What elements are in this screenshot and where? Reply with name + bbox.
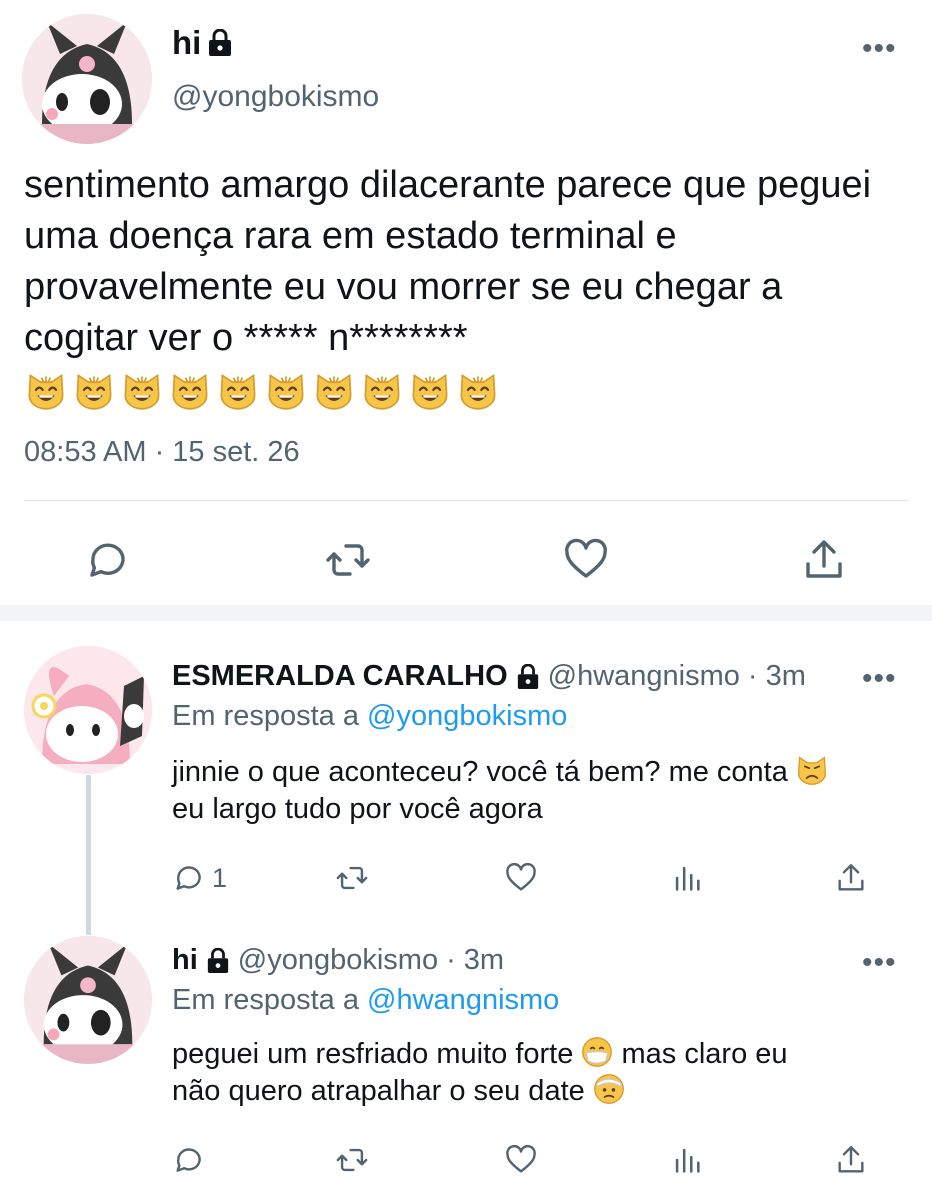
avatar[interactable] — [24, 936, 152, 1064]
kuromi-avatar-icon — [24, 936, 152, 1064]
share-icon — [838, 1146, 864, 1173]
retweet-icon — [336, 1148, 368, 1172]
grinning-cat-emoji — [364, 373, 400, 410]
retweet-icon — [336, 866, 368, 890]
action-bar — [0, 1142, 932, 1182]
tweet-text: jinnie o que aconteceu? você tá bem? me … — [172, 754, 892, 828]
display-name[interactable]: ESMERALDA CARALHO — [172, 660, 508, 693]
grinning-cat-emoji — [460, 373, 496, 410]
action-bar — [0, 536, 932, 586]
display-name[interactable]: hi — [172, 24, 233, 62]
like-button[interactable] — [504, 1142, 538, 1178]
reply-icon — [176, 1148, 201, 1172]
reply-header: hi @yongbokismo · 3m — [172, 944, 504, 977]
divider — [24, 500, 908, 501]
reply-icon[interactable] — [84, 536, 132, 584]
reply-context: Em resposta a @hwangnismo — [172, 984, 560, 1016]
like-icon[interactable] — [562, 536, 610, 584]
reply-button[interactable]: 1 — [172, 860, 227, 896]
share-button[interactable] — [834, 1142, 868, 1178]
face-with-medical-mask-emoji — [582, 1037, 613, 1067]
analytics-button[interactable] — [670, 860, 704, 896]
avatar[interactable] — [24, 646, 152, 774]
grinning-cat-emoji — [412, 373, 448, 410]
grinning-cat-emoji-row — [24, 371, 500, 411]
tweet-text: peguei um resfriado muito forte mas clar… — [172, 1037, 788, 1107]
retweet-icon[interactable] — [324, 536, 372, 584]
action-bar: 1 — [0, 860, 932, 900]
lock-icon — [209, 29, 232, 56]
reply-count: 1 — [212, 862, 228, 893]
grinning-cat-emoji — [316, 373, 352, 410]
grinning-cat-emoji — [28, 373, 64, 410]
share-icon — [838, 864, 864, 891]
grinning-cat-emoji — [268, 373, 304, 410]
like-icon — [506, 1144, 536, 1173]
reply-button[interactable] — [172, 1142, 206, 1178]
my-melody-avatar-icon — [24, 646, 152, 774]
face-with-head-bandage-emoji — [593, 1074, 624, 1104]
analytics-button[interactable] — [670, 1142, 704, 1178]
more-horizontal-icon[interactable]: ••• — [862, 948, 897, 978]
reply-header: ESMERALDA CARALHO @hwangnismo · 3m — [172, 660, 806, 693]
reply-icon — [176, 866, 201, 890]
timestamp[interactable]: 08:53 AM · 15 set. 26 — [24, 436, 300, 469]
share-button[interactable] — [834, 860, 868, 896]
main-tweet: hi @yongbokismo ••• sentimento amargo di… — [0, 0, 932, 605]
kuromi-avatar-icon — [22, 14, 152, 144]
grinning-cat-emoji — [220, 373, 256, 410]
section-separator — [0, 605, 932, 621]
time[interactable]: · 3m — [446, 944, 504, 977]
pouting-cat-emoji — [797, 756, 826, 785]
handle[interactable]: @hwangnismo — [548, 660, 740, 693]
lock-icon — [207, 947, 228, 973]
thread-line — [86, 775, 91, 935]
like-button[interactable] — [504, 860, 538, 896]
more-horizontal-icon[interactable]: ••• — [862, 664, 897, 694]
grinning-cat-emoji — [76, 373, 112, 410]
tweet-text: sentimento amargo dilacerante parece que… — [24, 160, 904, 415]
lock-icon — [517, 663, 538, 689]
analytics-icon — [675, 1148, 700, 1173]
handle[interactable]: @yongbokismo — [238, 944, 438, 977]
more-horizontal-icon[interactable]: ••• — [862, 34, 897, 64]
grinning-cat-emoji — [172, 373, 208, 410]
share-icon[interactable] — [800, 536, 848, 584]
retweet-button[interactable] — [335, 860, 369, 896]
display-name[interactable]: hi — [172, 944, 198, 977]
handle[interactable]: @yongbokismo — [172, 80, 379, 114]
analytics-icon — [675, 866, 700, 891]
grinning-cat-emoji — [124, 373, 160, 410]
like-icon — [506, 862, 536, 891]
retweet-button[interactable] — [335, 1142, 369, 1178]
avatar[interactable] — [22, 14, 152, 144]
mention-link[interactable]: @hwangnismo — [367, 984, 559, 1016]
mention-link[interactable]: @yongbokismo — [367, 700, 567, 732]
reply-context: Em resposta a @yongbokismo — [172, 700, 568, 732]
time[interactable]: · 3m — [748, 660, 806, 693]
